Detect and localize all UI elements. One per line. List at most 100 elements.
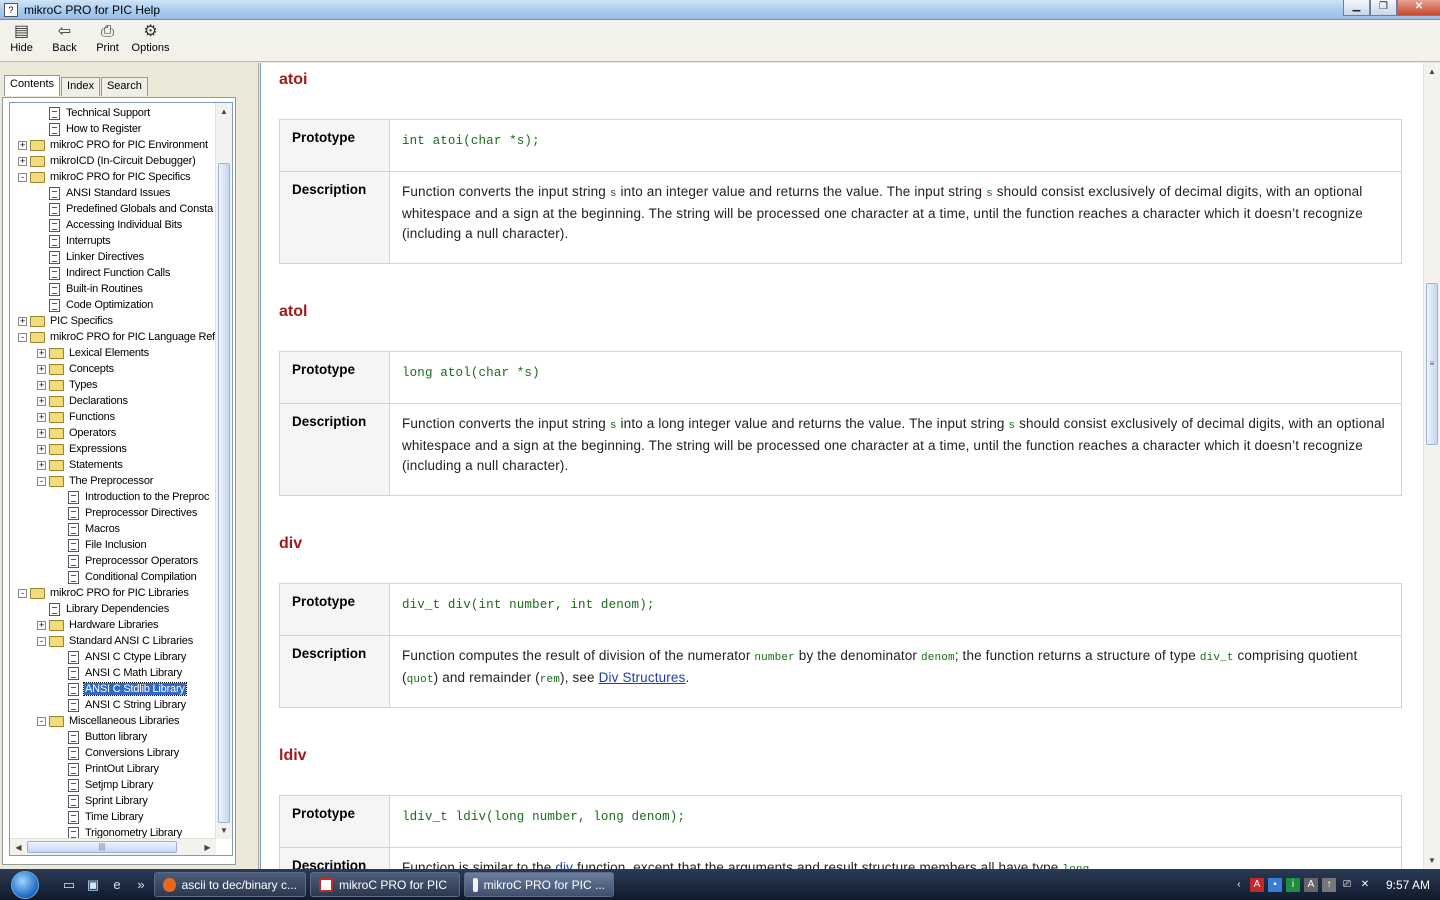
tree-node[interactable]: Preprocessor Directives [56,505,198,521]
tree-node[interactable]: Macros [56,521,121,537]
tray-app-icon[interactable]: ▪ [1267,877,1282,892]
tree-node[interactable]: Introduction to the Preproc [56,489,210,505]
tray-info-icon[interactable]: i [1285,877,1300,892]
scroll-right-icon[interactable]: ▶ [199,839,216,855]
tree-node[interactable]: + mikroC PRO for PIC Environment [18,137,209,153]
tree-vertical-scrollbar[interactable]: ▲ ▼ [215,103,232,839]
task-firefox[interactable]: ascii to dec/binary c... [154,872,306,897]
collapse-icon[interactable]: - [37,636,46,646]
options-button[interactable]: ⚙ Options [129,20,172,61]
scroll-left-icon[interactable]: ◀ [10,839,27,855]
expand-icon[interactable]: + [18,316,27,326]
network-icon[interactable]: ⎚ [1340,878,1354,892]
tree-node[interactable]: - Standard ANSI C Libraries [37,633,194,649]
tree-node[interactable]: + Operators [37,425,117,441]
tree-node[interactable]: Accessing Individual Bits [37,217,183,233]
scroll-up-icon[interactable]: ▲ [216,103,232,120]
tree-node[interactable]: + Concepts [37,361,115,377]
expand-icon[interactable]: + [37,364,46,374]
scroll-down-icon[interactable]: ▼ [1424,852,1440,869]
tree-node[interactable]: + Statements [37,457,124,473]
tree-node[interactable]: How to Register [37,121,142,137]
clock[interactable]: 9:57 AM [1386,878,1430,892]
tree-node[interactable]: + Types [37,377,98,393]
switch-windows-icon[interactable]: ▣ [84,876,102,894]
quick-launch-overflow-icon[interactable]: » [132,876,150,894]
tree-node[interactable]: Interrupts [37,233,111,249]
tree-node[interactable]: + Functions [37,409,116,425]
back-button[interactable]: ⇦ Back [43,20,86,61]
tree-node[interactable]: - The Preprocessor [37,473,154,489]
scroll-down-icon[interactable]: ▼ [216,822,232,839]
internet-explorer-icon[interactable]: e [108,876,126,894]
collapse-icon[interactable]: - [18,332,27,342]
tree-node[interactable]: + PIC Specifics [18,313,114,329]
tree-node[interactable]: Linker Directives [37,249,145,265]
close-button[interactable]: ✕ [1397,0,1440,16]
tree-node[interactable]: File Inclusion [56,537,147,553]
print-button[interactable]: ⎙ Print [86,20,129,61]
tree-node[interactable]: ANSI Standard Issues [37,185,171,201]
tree-node[interactable]: ANSI C Stdlib Library [56,681,187,697]
expand-icon[interactable]: + [37,460,46,470]
volume-muted-icon[interactable]: ✕ [1358,878,1372,892]
tree-node[interactable]: - mikroC PRO for PIC Specifics [18,169,191,185]
tree-node[interactable]: Conditional Compilation [56,569,198,585]
expand-icon[interactable]: + [18,140,27,150]
tree-node[interactable]: + mikroICD (In-Circuit Debugger) [18,153,197,169]
tree-node[interactable]: ANSI C Ctype Library [56,649,187,665]
content-vertical-scrollbar[interactable]: ▲ ≡ ▼ [1423,63,1440,869]
tree-node[interactable]: Preprocessor Operators [56,553,199,569]
task-mikroc-help[interactable]: mikroC PRO for PIC ... [464,872,614,897]
tree-node[interactable]: Built-in Routines [37,281,144,297]
tab-index[interactable]: Index [61,77,100,96]
tray-expand-icon[interactable]: ‹ [1232,878,1246,892]
tree-node[interactable]: Conversions Library [56,745,180,761]
expand-icon[interactable]: + [37,348,46,358]
collapse-icon[interactable]: - [18,588,27,598]
tree-hscroll-thumb[interactable]: ||| [27,841,177,853]
start-button[interactable] [0,869,50,900]
tree-node[interactable]: PrintOut Library [56,761,160,777]
maximize-button[interactable]: ❐ [1370,0,1397,16]
tree-node[interactable]: Technical Support [37,105,151,121]
tree-node[interactable]: Sprint Library [56,793,149,809]
tree-node[interactable]: Code Optimization [37,297,154,313]
collapse-icon[interactable]: - [37,476,46,486]
tree-node[interactable]: Predefined Globals and Consta [37,201,214,217]
tree-node[interactable]: + Expressions [37,441,128,457]
tree-node[interactable]: Indirect Function Calls [37,265,171,281]
div-function-link[interactable]: div [555,860,573,869]
show-desktop-icon[interactable]: ▭ [60,876,78,894]
tree-node[interactable]: Time Library [56,809,144,825]
task-mikroc-ide[interactable]: mikroC PRO for PIC [310,872,460,897]
tree-node[interactable]: + Hardware Libraries [37,617,159,633]
collapse-icon[interactable]: - [18,172,27,182]
minimize-button[interactable]: ▁ [1343,0,1370,16]
antivirus-icon[interactable]: A [1249,877,1264,892]
expand-icon[interactable]: + [37,412,46,422]
tab-contents[interactable]: Contents [4,75,61,96]
tree-scroll-thumb[interactable] [218,163,230,823]
collapse-icon[interactable]: - [37,716,46,726]
tree-node[interactable]: Library Dependencies [37,601,170,617]
tree-node[interactable]: - mikroC PRO for PIC Libraries [18,585,190,601]
pane-splitter[interactable] [244,63,259,869]
expand-icon[interactable]: + [37,380,46,390]
tree-node[interactable]: + Declarations [37,393,129,409]
tree-node[interactable]: ANSI C Math Library [56,665,183,681]
content-scroll-thumb[interactable]: ≡ [1426,283,1438,445]
scroll-up-icon[interactable]: ▲ [1424,63,1440,80]
tree-node[interactable]: Setjmp Library [56,777,154,793]
expand-icon[interactable]: + [37,444,46,454]
tree-node[interactable]: ANSI C String Library [56,697,187,713]
expand-icon[interactable]: + [37,620,46,630]
tab-search[interactable]: Search [100,77,148,96]
tray-font-icon[interactable]: A [1303,877,1318,892]
tree-horizontal-scrollbar[interactable]: ◀ ||| ▶ [10,838,216,855]
tree-node[interactable]: + Lexical Elements [37,345,150,361]
expand-icon[interactable]: + [37,428,46,438]
tree-node[interactable]: - Miscellaneous Libraries [37,713,180,729]
expand-icon[interactable]: + [18,156,27,166]
tree-node[interactable]: - mikroC PRO for PIC Language Ref [18,329,216,345]
